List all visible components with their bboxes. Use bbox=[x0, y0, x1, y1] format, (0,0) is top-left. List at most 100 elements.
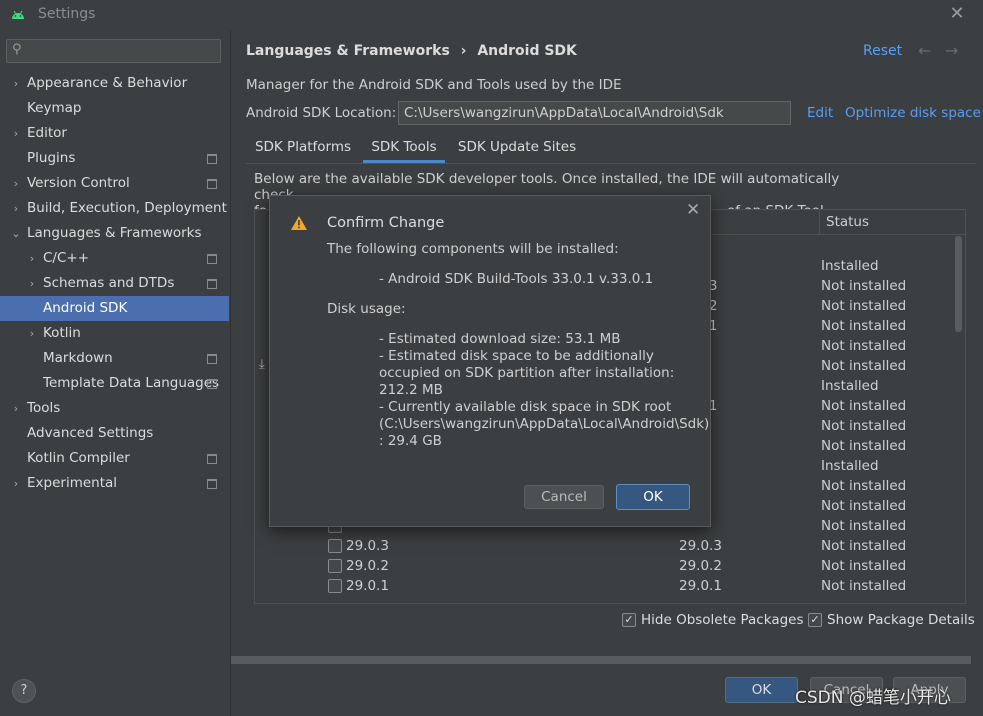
sidebar-item[interactable]: › Appearance & Behavior bbox=[0, 71, 229, 96]
row-version: 29.0.2 bbox=[679, 558, 722, 574]
project-settings-icon bbox=[207, 479, 217, 489]
tab-sdk-platforms[interactable]: SDK Platforms bbox=[246, 136, 360, 163]
sidebar-item[interactable]: › Schemas and DTDs bbox=[0, 271, 229, 296]
sdk-tabs: SDK Platforms SDK Tools SDK Update Sites bbox=[246, 136, 976, 164]
chevron-icon[interactable]: › bbox=[10, 121, 22, 146]
project-settings-icon bbox=[207, 154, 217, 164]
sidebar-item-label: Appearance & Behavior bbox=[27, 75, 188, 91]
chevron-icon[interactable]: ⌄ bbox=[10, 221, 22, 246]
sidebar-item[interactable]: › Version Control bbox=[0, 171, 229, 196]
sidebar-item-label: Build, Execution, Deployment bbox=[27, 200, 227, 216]
sidebar-item[interactable]: › Editor bbox=[0, 121, 229, 146]
breadcrumb-parent[interactable]: Languages & Frameworks bbox=[246, 43, 450, 59]
title-bar: Settings ✕ bbox=[0, 0, 983, 30]
dialog-title: Confirm Change bbox=[327, 215, 445, 231]
sidebar-item-label: Languages & Frameworks bbox=[27, 225, 202, 241]
sidebar-item[interactable]: Template Data Languages bbox=[0, 371, 229, 396]
chevron-icon[interactable]: › bbox=[10, 171, 22, 196]
chevron-icon[interactable]: › bbox=[10, 196, 22, 221]
chevron-icon[interactable]: › bbox=[10, 471, 22, 496]
sidebar-item[interactable]: Kotlin Compiler bbox=[0, 446, 229, 471]
row-name: 29.0.3 bbox=[346, 538, 389, 554]
chevron-icon[interactable]: › bbox=[26, 321, 38, 346]
table-row[interactable]: 29.0.3 29.0.3 Not installed bbox=[255, 536, 955, 556]
dialog-line: 212.2 MB bbox=[379, 382, 443, 398]
table-row[interactable]: 29.0.2 29.0.2 Not installed bbox=[255, 556, 955, 576]
sidebar-item[interactable]: Advanced Settings bbox=[0, 421, 229, 446]
chevron-icon[interactable]: › bbox=[10, 396, 22, 421]
hide-obsolete-checkbox[interactable]: ✓ bbox=[622, 613, 636, 627]
sidebar-item[interactable]: Keymap bbox=[0, 96, 229, 121]
chevron-icon[interactable]: › bbox=[26, 271, 38, 296]
row-checkbox[interactable] bbox=[328, 539, 342, 553]
project-settings-icon bbox=[207, 179, 217, 189]
dialog-cancel-button[interactable]: Cancel bbox=[524, 485, 604, 509]
optimize-disk-space-link[interactable]: Optimize disk space bbox=[845, 105, 981, 121]
sidebar-item[interactable]: ⌄ Languages & Frameworks bbox=[0, 221, 229, 246]
row-status: Not installed bbox=[821, 358, 907, 374]
sidebar-item-label: Schemas and DTDs bbox=[43, 275, 175, 291]
row-status: Not installed bbox=[821, 318, 907, 334]
tab-sdk-update-sites[interactable]: SDK Update Sites bbox=[452, 136, 582, 163]
sidebar-item[interactable]: › Kotlin bbox=[0, 321, 229, 346]
row-version: 29.0.3 bbox=[679, 538, 722, 554]
row-checkbox[interactable] bbox=[328, 559, 342, 573]
dialog-disk-usage: Disk usage: bbox=[327, 301, 406, 317]
row-checkbox[interactable] bbox=[328, 579, 342, 593]
sidebar-item[interactable]: Plugins bbox=[0, 146, 229, 171]
help-button[interactable]: ? bbox=[12, 679, 36, 703]
row-status: Not installed bbox=[821, 478, 907, 494]
tab-sdk-tools[interactable]: SDK Tools bbox=[363, 136, 445, 163]
sidebar-item[interactable]: › Tools bbox=[0, 396, 229, 421]
sdk-location-field[interactable]: C:\Users\wangzirun\AppData\Local\Android… bbox=[398, 101, 791, 125]
chevron-icon[interactable]: › bbox=[10, 71, 22, 96]
dialog-ok-button[interactable]: OK bbox=[616, 484, 690, 510]
sidebar-item[interactable]: Android SDK bbox=[0, 296, 229, 321]
row-status: Not installed bbox=[821, 418, 907, 434]
search-input[interactable]: ⚲ bbox=[6, 39, 221, 63]
download-icon: ⤓ bbox=[259, 357, 265, 372]
dialog-intro: The following components will be install… bbox=[327, 241, 619, 257]
sidebar-item[interactable]: › Experimental bbox=[0, 471, 229, 496]
back-arrow-icon[interactable]: ← bbox=[918, 41, 931, 60]
sidebar-item-label: Plugins bbox=[27, 150, 76, 166]
sidebar-item-label: C/C++ bbox=[43, 250, 90, 266]
android-icon bbox=[12, 10, 24, 19]
sidebar-item-label: Keymap bbox=[27, 100, 82, 116]
row-status: Not installed bbox=[821, 498, 907, 514]
edit-link[interactable]: Edit bbox=[807, 105, 833, 121]
project-settings-icon bbox=[207, 279, 217, 289]
row-status: Not installed bbox=[821, 578, 907, 594]
row-status: Installed bbox=[821, 378, 879, 394]
project-settings-icon bbox=[207, 454, 217, 464]
dialog-line: : 29.4 GB bbox=[379, 433, 442, 449]
sidebar-item-label: Advanced Settings bbox=[27, 425, 154, 441]
sidebar-item[interactable]: › C/C++ bbox=[0, 246, 229, 271]
sidebar-item[interactable]: › Build, Execution, Deployment bbox=[0, 196, 229, 221]
forward-arrow-icon[interactable]: → bbox=[945, 41, 958, 60]
table-row[interactable]: 29.0.1 29.0.1 Not installed bbox=[255, 576, 955, 596]
window-title: Settings bbox=[38, 6, 96, 22]
row-status: Not installed bbox=[821, 298, 907, 314]
row-status: Not installed bbox=[821, 558, 907, 574]
column-header-status[interactable]: Status bbox=[819, 210, 965, 235]
show-details-label: Show Package Details bbox=[827, 612, 975, 628]
dialog-close-icon[interactable]: ✕ bbox=[686, 200, 700, 220]
breadcrumb-separator: › bbox=[460, 43, 467, 59]
table-scrollbar-thumb[interactable] bbox=[955, 236, 962, 332]
row-status: Not installed bbox=[821, 278, 907, 294]
reset-link[interactable]: Reset bbox=[863, 43, 902, 59]
sidebar-item[interactable]: Markdown bbox=[0, 346, 229, 371]
project-settings-icon bbox=[207, 354, 217, 364]
row-version: 29.0.1 bbox=[679, 578, 722, 594]
page-description: Manager for the Android SDK and Tools us… bbox=[246, 77, 622, 93]
show-details-checkbox[interactable]: ✓ bbox=[808, 613, 822, 627]
chevron-icon[interactable]: › bbox=[26, 246, 38, 271]
close-window-icon[interactable]: ✕ bbox=[947, 4, 967, 24]
horizontal-scrollbar[interactable] bbox=[231, 656, 971, 664]
project-settings-icon bbox=[207, 379, 217, 389]
dialog-line: - Estimated disk space to be additionall… bbox=[379, 348, 654, 364]
confirm-change-dialog: Confirm Change ✕ The following component… bbox=[269, 195, 711, 527]
row-status: Not installed bbox=[821, 338, 907, 354]
ok-button[interactable]: OK bbox=[725, 677, 798, 703]
